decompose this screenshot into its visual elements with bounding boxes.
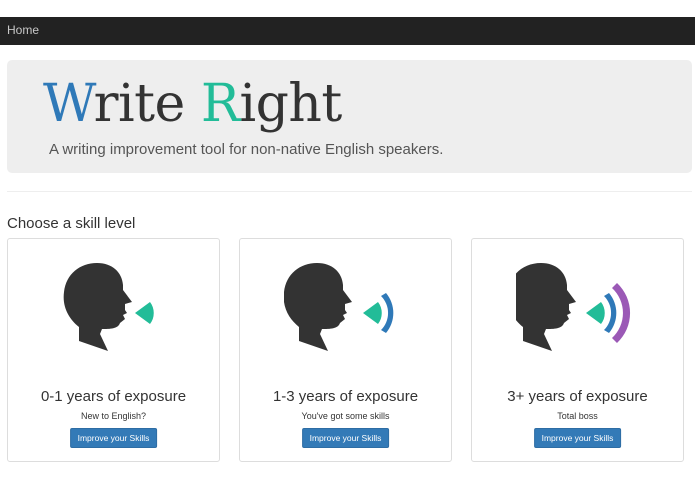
skill-card-intermediate: 1-3 years of exposure You've got some sk…	[239, 238, 452, 462]
navbar: Home	[0, 17, 695, 45]
card-subtitle: You've got some skills	[301, 411, 390, 421]
brand-first-initial: W	[43, 74, 94, 134]
improve-skills-button-intermediate[interactable]: Improve your Skills	[301, 428, 390, 448]
head-speaking-two-waves-icon	[284, 263, 394, 351]
card-title: 1-3 years of exposure	[272, 388, 419, 405]
improve-skills-button-advanced[interactable]: Improve your Skills	[533, 428, 622, 448]
head-speaking-one-wave-icon	[63, 263, 154, 351]
section-title: Choose a skill level	[7, 215, 136, 232]
card-title: 3+ years of exposure	[507, 388, 648, 405]
tagline: A writing improvement tool for non-nativ…	[49, 141, 444, 158]
skill-card-beginner: 0-1 years of exposure New to English? Im…	[7, 238, 220, 462]
nav-home-link[interactable]: Home	[7, 23, 39, 37]
skill-card-advanced: 3+ years of exposure Total boss Improve …	[471, 238, 684, 462]
card-subtitle: Total boss	[557, 411, 598, 421]
brand-second-rest: ight	[239, 74, 342, 134]
divider	[7, 191, 692, 192]
card-title: 0-1 years of exposure	[40, 388, 187, 405]
improve-skills-button-beginner[interactable]: Improve your Skills	[69, 428, 158, 448]
jumbotron: Write Right A writing improvement tool f…	[7, 60, 692, 173]
brand-first-rest: rite	[93, 74, 201, 134]
brand-logo: Write Right	[43, 66, 342, 142]
brand-second-initial: R	[200, 74, 240, 134]
head-speaking-three-waves-icon	[516, 263, 631, 351]
card-subtitle: New to English?	[80, 411, 147, 421]
